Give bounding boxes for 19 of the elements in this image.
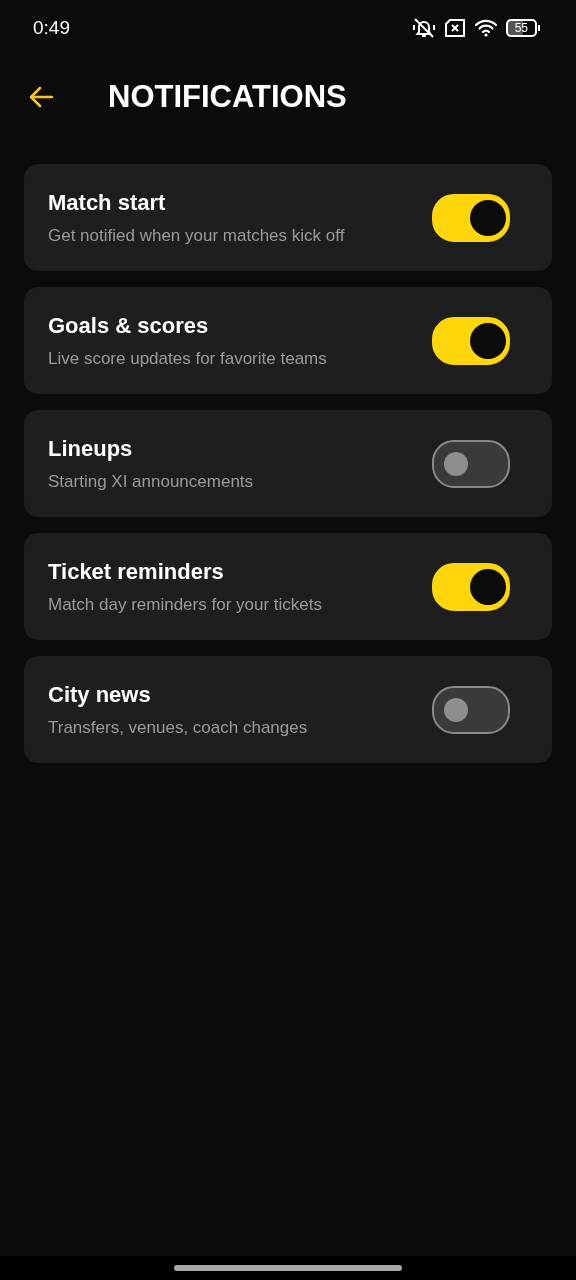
setting-title: Goals & scores <box>48 312 210 339</box>
toggle-switch[interactable] <box>432 685 510 734</box>
muted-bell-icon <box>411 17 436 39</box>
setting-description: Match day reminders for your tickets <box>48 594 322 615</box>
setting-title: Lineups <box>48 435 134 462</box>
setting-title: Match start <box>48 189 167 216</box>
setting-title: City news <box>48 681 152 708</box>
wifi-icon <box>473 19 498 37</box>
back-arrow-icon <box>28 86 54 108</box>
toggle-switch[interactable] <box>432 439 510 488</box>
setting-description: Starting XI announcements <box>48 471 254 492</box>
setting-description: Live score updates for favorite teams <box>48 348 327 369</box>
setting-description: Transfers, venues, coach changes <box>48 717 308 738</box>
status-time: 0:49 <box>33 17 70 39</box>
page-title: NOTIFICATIONS <box>108 79 347 115</box>
setting-title: Ticket reminders <box>48 558 225 585</box>
battery-indicator: 55 <box>505 19 540 37</box>
setting-description: Get notified when your matches kick off <box>48 225 345 246</box>
sim-card-icon <box>443 19 466 37</box>
